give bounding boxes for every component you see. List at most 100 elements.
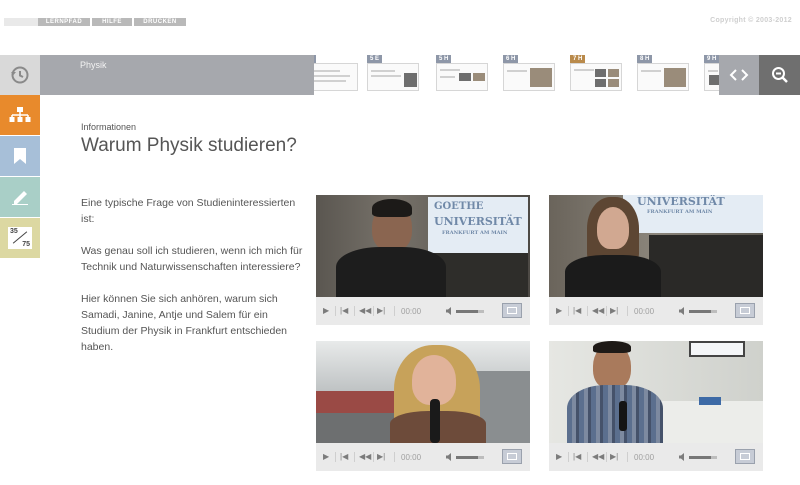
skip-forward-icon[interactable]: ▶| (377, 453, 385, 461)
video-controls: ▶ |◀ ◀◀ ▶| 00:00 (316, 443, 530, 471)
thumbnail-page[interactable]: 9 H (704, 55, 719, 95)
skip-forward-icon[interactable]: ▶| (377, 307, 385, 315)
sitemap-icon (9, 107, 31, 122)
video-frame[interactable]: UNIVERSITÄT FRANKFURT AM MAIN (549, 195, 763, 297)
thumbnail-tag: 9 H (704, 55, 719, 63)
time-display: 00:00 (634, 307, 655, 316)
skip-back-icon[interactable]: |◀ (573, 453, 581, 461)
notes-button[interactable] (0, 177, 40, 217)
side-navigation: 35 75 (0, 95, 40, 258)
description: Eine typische Frage von Studieninteressi… (81, 195, 306, 371)
volume-slider[interactable] (446, 452, 484, 462)
thumbnail-tag: E (314, 55, 317, 63)
volume-icon (679, 307, 684, 315)
screen-text: FRANKFURT AM MAIN (647, 209, 713, 215)
progress-indicator[interactable]: 35 75 (0, 218, 40, 258)
video-frame[interactable]: GOETHE UNIVERSITÄT FRANKFURT AM MAIN (316, 195, 530, 297)
video-player-antje[interactable]: ▶ |◀ ◀◀ ▶| 00:00 (316, 341, 530, 471)
time-display: 00:00 (634, 453, 655, 462)
bookmark-icon (14, 148, 26, 164)
progress-total: 75 (22, 241, 30, 248)
chevrons-icon (729, 69, 749, 81)
header-bar: Physik E 5 E 5 H 6 H 7 H 8 H 9 H (0, 55, 800, 95)
fullscreen-icon (740, 307, 750, 314)
play-icon[interactable]: ▶ (323, 453, 329, 461)
top-menu: LERNPFAD HILFE DRUCKEN (0, 18, 190, 26)
history-icon (11, 66, 29, 84)
thumbnail-tag: 8 H (637, 55, 653, 63)
video-frame[interactable] (316, 341, 530, 443)
menu-item-hilfe[interactable]: HILFE (92, 18, 132, 26)
volume-icon (679, 453, 684, 461)
page-thumbnails: E 5 E 5 H 6 H 7 H 8 H 9 H (314, 55, 719, 95)
volume-icon (446, 453, 451, 461)
play-icon[interactable]: ▶ (556, 307, 562, 315)
rewind-icon[interactable]: ◀◀ (359, 453, 371, 461)
skip-back-icon[interactable]: |◀ (340, 307, 348, 315)
video-frame[interactable] (549, 341, 763, 443)
fullscreen-button[interactable] (735, 449, 755, 464)
zoom-out-button[interactable] (759, 55, 800, 95)
fullscreen-button[interactable] (502, 303, 522, 318)
page-title: Warum Physik studieren? (81, 135, 297, 156)
fullscreen-icon (507, 307, 517, 314)
video-player-salem[interactable]: ▶ |◀ ◀◀ ▶| 00:00 (549, 341, 763, 471)
thumbnail-page[interactable]: E (314, 55, 358, 95)
thumbnail-page[interactable]: 5 H (436, 55, 488, 95)
skip-forward-icon[interactable]: ▶| (610, 307, 618, 315)
skip-forward-icon[interactable]: ▶| (610, 453, 618, 461)
skip-back-icon[interactable]: |◀ (573, 307, 581, 315)
zoom-out-icon (771, 67, 788, 83)
time-display: 00:00 (401, 453, 422, 462)
section-title-bar: Physik (40, 55, 314, 95)
thumbnail-page[interactable]: 6 H (503, 55, 555, 95)
bookmark-button[interactable] (0, 136, 40, 176)
video-player-samadi[interactable]: GOETHE UNIVERSITÄT FRANKFURT AM MAIN ▶ |… (316, 195, 530, 325)
thumbnail-page[interactable]: 8 H (637, 55, 689, 95)
volume-icon (446, 307, 451, 315)
copyright: Copyright © 2003-2012 (710, 17, 792, 24)
progress-current: 35 (10, 228, 18, 235)
history-button[interactable] (0, 55, 40, 95)
thumbnail-tag: 5 E (367, 55, 383, 63)
screen-text: GOETHE (434, 201, 484, 212)
fullscreen-button[interactable] (735, 303, 755, 318)
rewind-icon[interactable]: ◀◀ (592, 453, 604, 461)
paragraph: Hier können Sie sich anhören, warum sich… (81, 293, 288, 353)
rewind-icon[interactable]: ◀◀ (592, 307, 604, 315)
menu-spacer (4, 18, 38, 26)
screen-text: FRANKFURT AM MAIN (442, 230, 508, 236)
fullscreen-button[interactable] (502, 449, 522, 464)
paragraph: Was genau soll ich studieren, wenn ich m… (81, 245, 303, 273)
thumbnail-page-current[interactable]: 7 H (570, 55, 622, 95)
thumbnail-tag: 6 H (503, 55, 519, 63)
video-controls: ▶ |◀ ◀◀ ▶| 00:00 (549, 443, 763, 471)
section-kicker: Informationen (81, 122, 137, 132)
volume-slider[interactable] (679, 452, 717, 462)
thumbnail-tag: 7 H (570, 55, 586, 63)
time-display: 00:00 (401, 307, 422, 316)
menu-item-drucken[interactable]: DRUCKEN (134, 18, 186, 26)
video-player-janine[interactable]: UNIVERSITÄT FRANKFURT AM MAIN ▶ |◀ ◀◀ ▶|… (549, 195, 763, 325)
paragraph: Eine typische Frage von Studieninteressi… (81, 197, 296, 225)
video-controls: ▶ |◀ ◀◀ ▶| 00:00 (549, 297, 763, 325)
screen-text: UNIVERSITÄT (434, 215, 522, 228)
volume-slider[interactable] (446, 306, 484, 316)
video-controls: ▶ |◀ ◀◀ ▶| 00:00 (316, 297, 530, 325)
screen-text: UNIVERSITÄT (637, 195, 725, 208)
fullscreen-icon (740, 453, 750, 460)
section-title: Physik (80, 60, 107, 70)
sitemap-button[interactable] (0, 95, 40, 135)
pencil-icon (12, 191, 28, 205)
menu-item-lernpfad[interactable]: LERNPFAD (38, 18, 90, 26)
skip-back-icon[interactable]: |◀ (340, 453, 348, 461)
play-icon[interactable]: ▶ (556, 453, 562, 461)
rewind-icon[interactable]: ◀◀ (359, 307, 371, 315)
play-icon[interactable]: ▶ (323, 307, 329, 315)
progress-counter: 35 75 (8, 227, 32, 249)
thumbnail-page[interactable]: 5 E (367, 55, 419, 95)
volume-slider[interactable] (679, 306, 717, 316)
fullscreen-icon (507, 453, 517, 460)
toggle-navigation-button[interactable] (719, 55, 759, 95)
thumbnail-tag: 5 H (436, 55, 452, 63)
